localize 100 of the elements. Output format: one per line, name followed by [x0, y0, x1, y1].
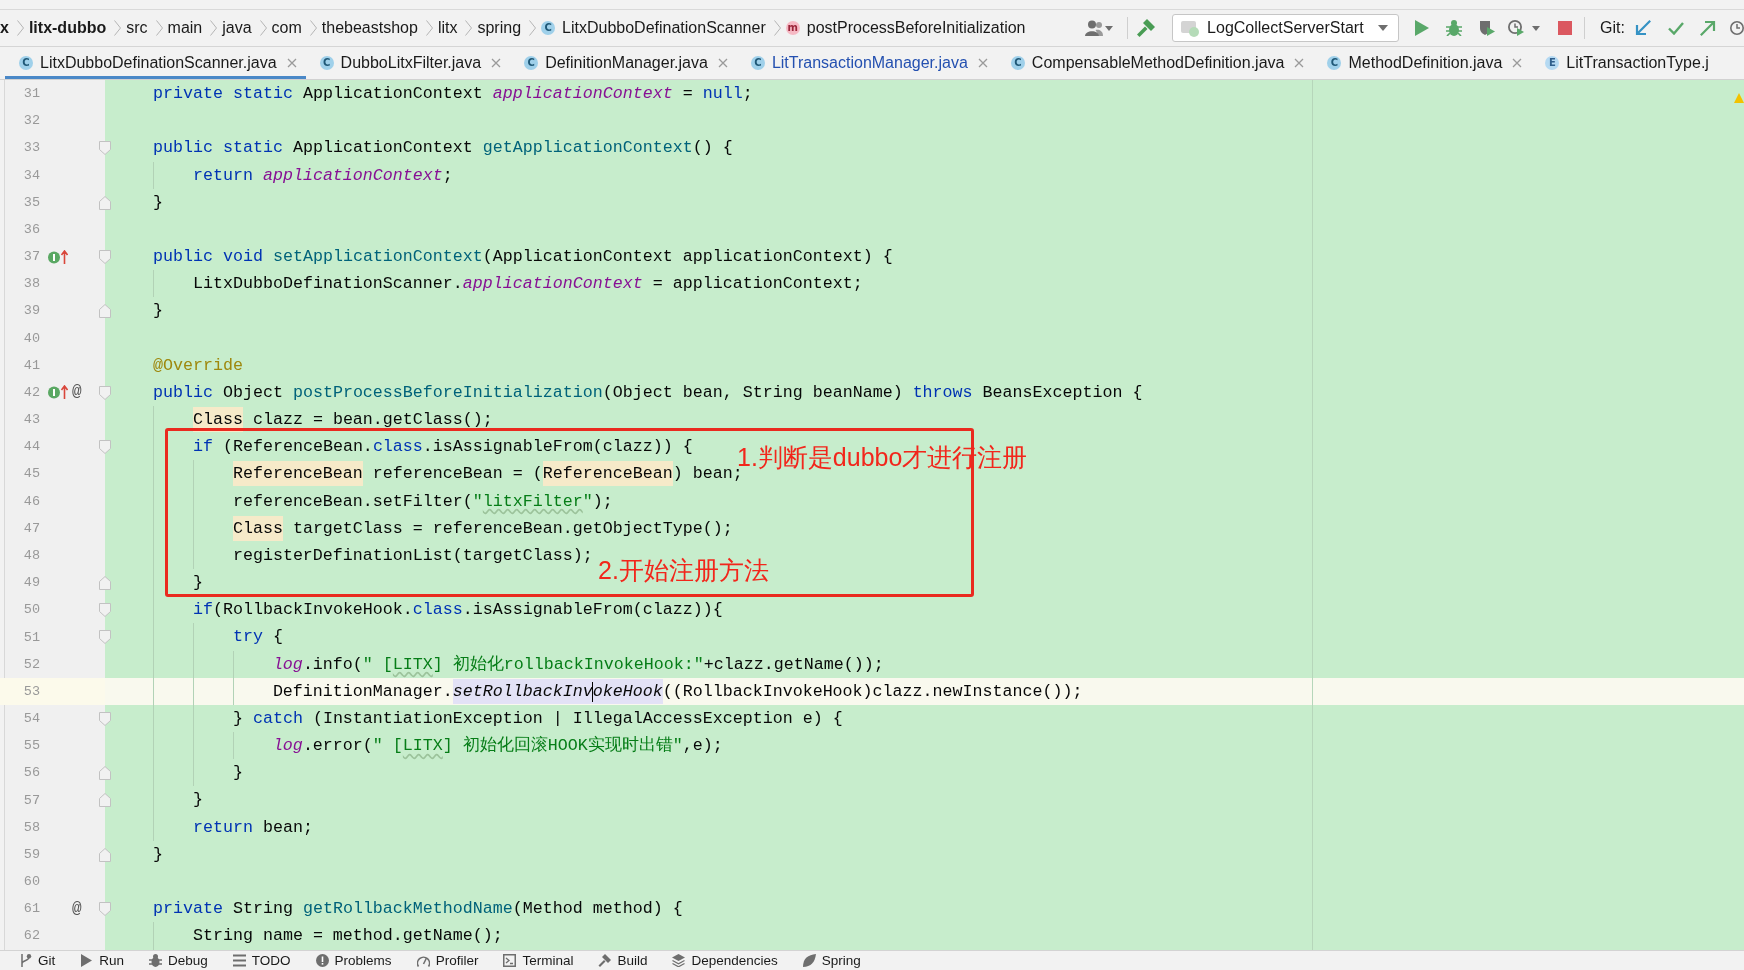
tool-window-button[interactable]: Problems	[315, 953, 392, 968]
method-marker-icon[interactable]	[48, 385, 68, 400]
breadcrumb-item[interactable]: src	[126, 19, 148, 37]
breadcrumb-item[interactable]: litx-dubbo	[28, 19, 107, 37]
bug-icon[interactable]	[1446, 20, 1463, 36]
fold-marker-icon[interactable]	[99, 141, 111, 156]
hammer-icon[interactable]	[1137, 19, 1156, 37]
tool-window-button[interactable]: Git	[19, 953, 56, 968]
editor-tab[interactable]: C DubboLitxFilter.java	[305, 47, 511, 79]
code-line: if(RollbackInvokeHook.class.isAssignableFrom(clazz)){	[192, 599, 723, 622]
arrow-up-right-icon[interactable]	[1700, 20, 1716, 36]
tool-window-button[interactable]: Profiler	[416, 953, 479, 968]
play-icon[interactable]	[1415, 20, 1430, 36]
hammer-icon	[598, 954, 612, 967]
list-icon	[232, 954, 246, 967]
code-line: public static ApplicationContext getApplicationContext() {	[152, 137, 733, 160]
line-number: 60	[23, 874, 40, 890]
breadcrumb-item[interactable]: spring	[477, 19, 522, 37]
breadcrumb-item[interactable]: m postProcessBeforeInitialization	[785, 19, 1026, 37]
shield-play-icon[interactable]	[1479, 20, 1496, 36]
clock-icon[interactable]	[1730, 21, 1744, 35]
fold-marker-icon[interactable]	[99, 847, 111, 862]
chevron-icon	[259, 20, 267, 36]
line-number: 46	[23, 493, 40, 509]
fold-marker-icon[interactable]	[99, 250, 111, 265]
line-number: 39	[23, 303, 40, 319]
stop-icon[interactable]	[1558, 21, 1573, 35]
editor-tab[interactable]: C MethodDefinition.java	[1313, 47, 1532, 79]
chevron-icon	[465, 20, 473, 36]
editor-tab[interactable]: C DefinitionManager.java	[510, 47, 737, 79]
tool-window-button[interactable]: Terminal	[503, 953, 574, 968]
tool-window-button[interactable]: Spring	[802, 953, 861, 968]
play-icon	[80, 954, 94, 967]
close-icon[interactable]	[977, 58, 988, 68]
run-config-dropdown[interactable]: LogCollectServerStart	[1172, 14, 1400, 42]
breadcrumb-item[interactable]: x	[0, 19, 9, 37]
breadcrumb-item[interactable]: com	[271, 19, 302, 37]
arrow-down-left-icon[interactable]	[1635, 20, 1651, 36]
breadcrumb-item[interactable]: thebeastshop	[321, 19, 418, 37]
line-number: 56	[23, 765, 40, 781]
close-icon[interactable]	[286, 58, 297, 68]
bug-icon	[149, 954, 163, 967]
class-icon: C	[1327, 56, 1342, 70]
line-number: 34	[23, 167, 40, 183]
code-line: try {	[232, 626, 283, 649]
code-line: if (ReferenceBean.class.isAssignableFrom(clazz)) {	[192, 436, 693, 459]
line-number: 37	[23, 249, 40, 265]
code-line: registerDefinationList(targetClass);	[232, 544, 593, 567]
breadcrumb-item[interactable]: C LitxDubboDefinationScanner	[541, 19, 766, 37]
line-number: 35	[23, 194, 40, 210]
breadcrumb-item[interactable]: java	[222, 19, 252, 37]
class-icon: C	[19, 56, 33, 70]
line-number: 51	[23, 629, 40, 645]
fold-marker-icon[interactable]	[99, 195, 111, 210]
fold-marker-icon[interactable]	[99, 711, 111, 726]
class-icon: C	[524, 56, 539, 70]
line-number: 62	[23, 928, 40, 944]
line-number: 61	[23, 901, 40, 917]
code-line: }	[232, 762, 243, 785]
code-line: LitxDubboDefinationScanner.applicationContext = applicationContext;	[192, 273, 863, 296]
gutter-marker[interactable]: @	[72, 383, 86, 402]
tool-window-button[interactable]: Dependencies	[672, 953, 778, 968]
fold-marker-icon[interactable]	[99, 440, 111, 455]
dropdown-caret-icon[interactable]	[1532, 25, 1541, 31]
tool-window-button[interactable]: Run	[80, 953, 125, 968]
breadcrumb-item[interactable]: main	[167, 19, 203, 37]
editor-tab[interactable]: E LitTransactionType.j	[1531, 47, 1718, 79]
fold-marker-icon[interactable]	[99, 304, 111, 319]
method-marker-icon[interactable]	[48, 249, 68, 264]
tool-window-button[interactable]: TODO	[232, 953, 291, 968]
close-icon[interactable]	[491, 58, 502, 68]
close-icon[interactable]	[717, 58, 728, 68]
editor-tab[interactable]: C LitTransactionManager.java	[736, 47, 997, 79]
line-number: 42	[23, 384, 40, 400]
fold-marker-icon[interactable]	[99, 766, 111, 781]
fold-marker-icon[interactable]	[99, 793, 111, 808]
line-number: 41	[23, 357, 40, 373]
clock-play-icon[interactable]	[1508, 20, 1525, 36]
chevron-icon	[425, 20, 433, 36]
fold-marker-icon[interactable]	[99, 902, 111, 917]
breadcrumb-item[interactable]: litx	[437, 19, 458, 37]
close-icon[interactable]	[1512, 58, 1523, 68]
tool-window-button[interactable]: Build	[598, 953, 648, 968]
layers-icon	[672, 954, 686, 967]
fold-marker-icon[interactable]	[99, 630, 111, 645]
code-line: return bean;	[192, 816, 313, 839]
gauge-icon	[416, 954, 430, 967]
fold-marker-icon[interactable]	[99, 385, 111, 400]
fold-marker-icon[interactable]	[99, 576, 111, 591]
editor-tab[interactable]: C CompensableMethodDefinition.java	[996, 47, 1314, 79]
warning-icon[interactable]	[1734, 93, 1744, 103]
tool-window-button[interactable]: Debug	[149, 953, 208, 968]
dropdown-caret-icon[interactable]	[1105, 25, 1114, 31]
gutter-marker[interactable]: @	[72, 899, 86, 918]
code-line: referenceBean.setFilter("litxFilter");	[232, 490, 613, 513]
users-icon[interactable]	[1085, 20, 1104, 36]
line-number: 32	[23, 113, 40, 129]
close-icon[interactable]	[1294, 58, 1305, 68]
check-icon[interactable]	[1668, 21, 1684, 35]
fold-marker-icon[interactable]	[99, 603, 111, 618]
